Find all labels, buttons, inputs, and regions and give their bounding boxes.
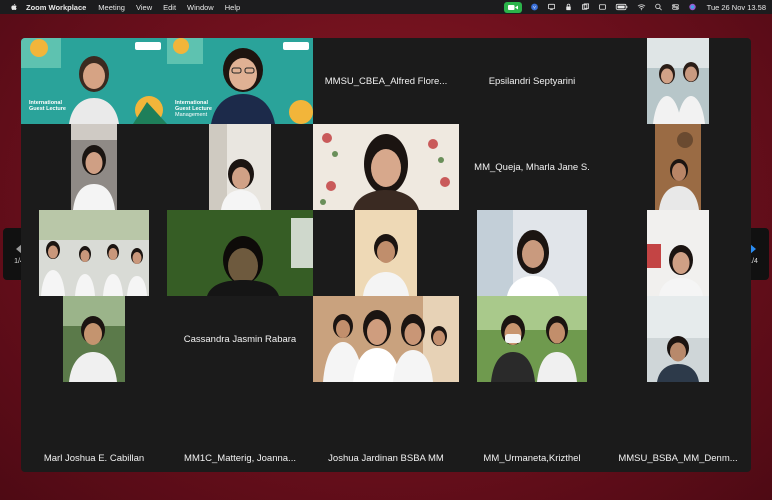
participant-video — [313, 124, 459, 210]
participant-tile-denm[interactable]: MMSU_BSBA_MM_Denm... — [605, 382, 751, 468]
lock-icon[interactable] — [564, 3, 573, 11]
participant-tile-r3c3[interactable] — [313, 210, 459, 296]
zoom-gallery-view: International Guest Lecture International… — [21, 38, 751, 472]
vpn-icon[interactable]: V — [530, 3, 539, 11]
participant-tile-r4c4[interactable] — [459, 296, 605, 382]
search-icon[interactable] — [654, 3, 663, 11]
participant-tile-r2c3[interactable] — [313, 124, 459, 210]
banner-text: International Guest Lecture Management — [175, 100, 212, 118]
participant-name: MMSU_BSBA_MM_Denm... — [618, 453, 738, 464]
participant-video — [655, 124, 701, 210]
banner-text: International Guest Lecture — [29, 100, 66, 112]
menu-window[interactable]: Window — [187, 3, 214, 12]
participant-name: Cassandra Jasmin Rabara — [183, 333, 297, 345]
participant-tile-r4c3[interactable] — [313, 296, 459, 382]
participant-tile-active-speaker[interactable]: International Guest Lecture Management — [167, 38, 313, 124]
battery-icon[interactable] — [615, 3, 629, 11]
participant-tile-epsilandri[interactable]: Epsilandri Septyarini — [459, 38, 605, 124]
macos-menu-bar: Zoom Workplace Meeting View Edit Window … — [0, 0, 772, 14]
participant-video — [477, 296, 587, 382]
svg-text:V: V — [533, 5, 536, 10]
participant-video — [39, 210, 149, 296]
participant-video — [209, 124, 271, 210]
participant-tile-host-1[interactable]: International Guest Lecture — [21, 38, 167, 124]
participant-tile-r2c1[interactable] — [21, 124, 167, 210]
participant-name: MMSU_CBEA_Alfred Flore... — [324, 75, 448, 87]
participant-video — [647, 38, 709, 124]
participant-video — [63, 296, 125, 382]
participant-tile-r3c2[interactable] — [167, 210, 313, 296]
screen-icon[interactable] — [547, 3, 556, 11]
menu-meeting[interactable]: Meeting — [98, 3, 125, 12]
menu-view[interactable]: View — [136, 3, 152, 12]
participant-video — [71, 124, 117, 210]
siri-icon[interactable] — [688, 3, 697, 11]
participant-name: MM_Urmaneta,Krizthel — [483, 453, 581, 464]
display-icon[interactable] — [598, 3, 607, 11]
participant-tile-joshua[interactable]: Joshua Jardinan BSBA MM — [313, 382, 459, 468]
participant-name: Joshua Jardinan BSBA MM — [328, 453, 444, 464]
app-menu-zoom[interactable]: Zoom Workplace — [26, 3, 86, 12]
participant-tile-r4c1[interactable] — [21, 296, 167, 382]
participant-video — [647, 210, 709, 296]
menubar-clock[interactable]: Tue 26 Nov 13.58 — [707, 3, 766, 12]
wifi-icon[interactable] — [637, 3, 646, 11]
menu-edit[interactable]: Edit — [163, 3, 176, 12]
participant-tile-marl[interactable]: Marl Joshua E. Cabillan — [21, 382, 167, 468]
participant-tile-mharla[interactable]: MM_Queja, Mharla Jane S. — [459, 124, 605, 210]
participant-video — [477, 210, 587, 296]
apple-icon[interactable] — [10, 3, 18, 11]
participant-name: Marl Joshua E. Cabillan — [43, 453, 145, 464]
participant-video — [313, 296, 459, 382]
menu-help[interactable]: Help — [225, 3, 240, 12]
participant-video — [355, 210, 417, 296]
participant-tile-cassandra[interactable]: Cassandra Jasmin Rabara — [167, 296, 313, 382]
window-icon[interactable] — [581, 3, 590, 11]
participant-tile-r2c2[interactable] — [167, 124, 313, 210]
control-center-icon[interactable] — [671, 3, 680, 11]
participant-name: MM_Queja, Mharla Jane S. — [474, 161, 590, 173]
participant-tile-joanna[interactable]: MM1C_Matterig, Joanna... — [167, 382, 313, 468]
participant-tile-r3c5[interactable] — [605, 210, 751, 296]
participant-video — [167, 210, 313, 296]
participant-tile-r3c1[interactable] — [21, 210, 167, 296]
participant-tile-r1c5[interactable] — [605, 38, 751, 124]
participant-tile-r3c4[interactable] — [459, 210, 605, 296]
participant-tile-r2c5[interactable] — [605, 124, 751, 210]
participant-name: Epsilandri Septyarini — [488, 75, 576, 87]
participant-tile-krizthel[interactable]: MM_Urmaneta,Krizthel — [459, 382, 605, 468]
participant-tile-r4c5[interactable] — [605, 296, 751, 382]
participant-name: MM1C_Matterig, Joanna... — [184, 453, 296, 464]
participant-tile-alfred[interactable]: MMSU_CBEA_Alfred Flore... — [313, 38, 459, 124]
zoom-video-icon[interactable] — [503, 1, 522, 13]
participant-video — [647, 296, 709, 382]
